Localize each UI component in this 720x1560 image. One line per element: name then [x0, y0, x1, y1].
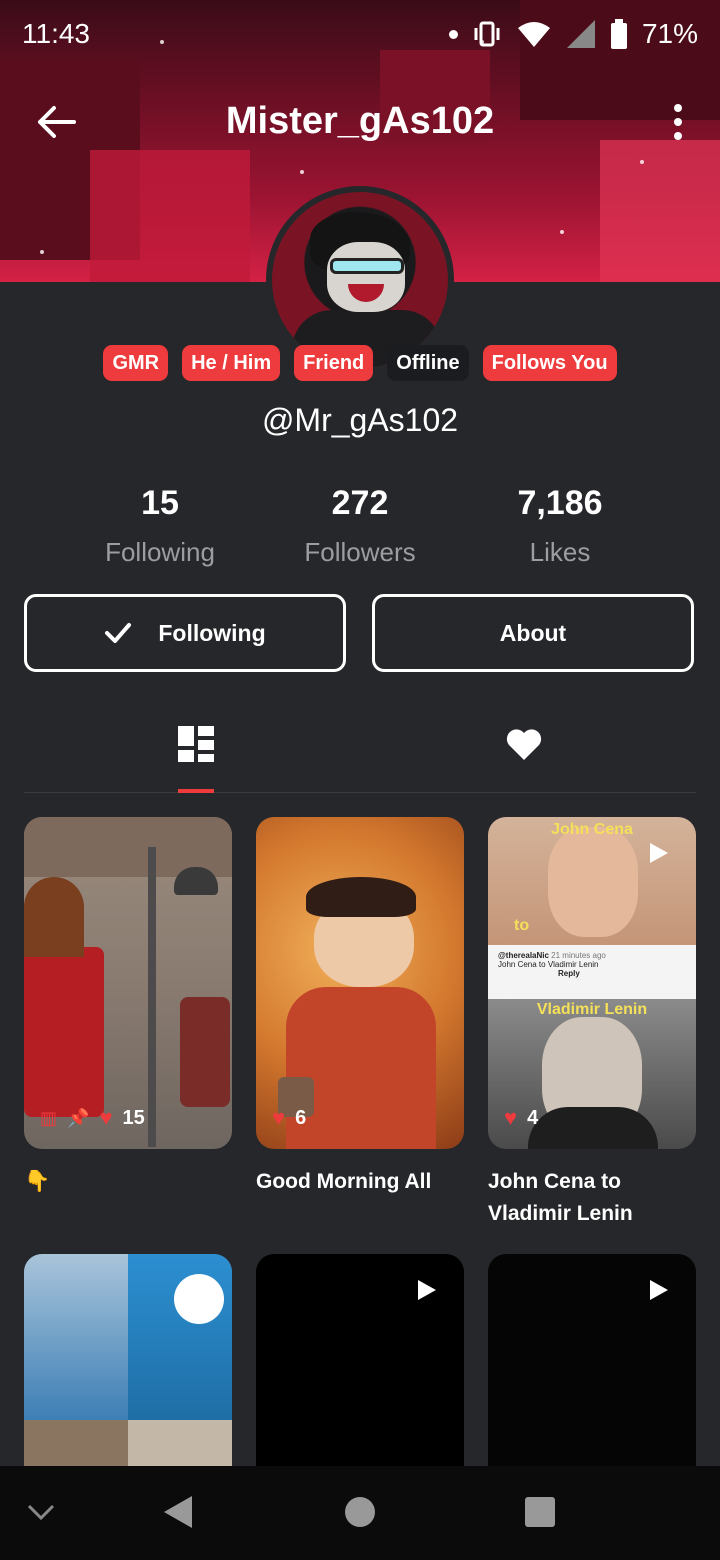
- banner-star: [560, 230, 564, 234]
- status-icons: 71%: [448, 18, 698, 50]
- more-options-icon[interactable]: [672, 104, 684, 140]
- badge-pronouns: He / Him: [182, 345, 281, 381]
- stat-following[interactable]: 15 Following: [60, 484, 260, 568]
- page-title: Mister_gAs102: [225, 100, 495, 142]
- checkmark-icon: [105, 623, 132, 643]
- banner-star: [640, 160, 644, 164]
- active-tab-indicator: [178, 789, 214, 793]
- following-button[interactable]: Following: [24, 594, 346, 672]
- badge-follows-you: Follows You: [482, 345, 617, 381]
- badge-status: Offline: [387, 345, 469, 381]
- profile-badges: GMR He / Him Friend Offline Follows You: [0, 345, 720, 381]
- profile-handle: @Mr_gAs102: [261, 402, 459, 438]
- like-heart-icon: ♥: [504, 1105, 518, 1130]
- about-button[interactable]: About: [372, 594, 694, 672]
- thumb-text: to: [514, 917, 530, 934]
- system-nav-bar: [0, 1466, 720, 1560]
- chevron-down-icon[interactable]: [26, 1502, 56, 1522]
- badge-gmr: GMR: [103, 345, 169, 381]
- signal-icon: [566, 20, 595, 48]
- battery-icon: [610, 19, 627, 49]
- thumb-text: Vladimir Lenin: [536, 1001, 648, 1018]
- status-bar: 11:43 71%: [0, 0, 720, 70]
- stat-label: Likes: [529, 537, 591, 567]
- post-caption: 👇: [24, 1170, 51, 1193]
- wifi-icon: [517, 22, 550, 47]
- notification-dot-icon: [448, 29, 458, 39]
- stat-value: 7,186: [517, 484, 603, 522]
- post-meta: ♥ 6: [272, 1105, 306, 1131]
- post-thumbnail[interactable]: ♥ 6: [256, 817, 464, 1149]
- pin-icon: 📌: [67, 1107, 90, 1128]
- thumb-comment-text: John Cena to Vladimir Lenin: [498, 960, 599, 969]
- following-button-label: Following: [158, 619, 266, 646]
- banner-shape: [600, 140, 720, 282]
- stat-value: 15: [141, 484, 179, 522]
- nav-recents-icon[interactable]: [524, 1496, 556, 1528]
- video-play-icon: [650, 843, 668, 863]
- status-time: 11:43: [22, 18, 90, 49]
- post-thumbnail[interactable]: John Cena to @therealaNic 21 minutes ago…: [488, 817, 696, 1149]
- about-button-label: About: [499, 619, 567, 646]
- post-caption: John Cena to Vladimir Lenin: [488, 1170, 633, 1225]
- banner-shape: [90, 150, 250, 282]
- thumb-reply: Reply: [558, 969, 580, 978]
- like-heart-icon: ♥: [99, 1105, 113, 1130]
- post-caption: Good Morning All: [256, 1170, 432, 1193]
- stat-value: 272: [331, 484, 389, 522]
- like-heart-icon: ♥: [272, 1105, 286, 1130]
- banner-star: [300, 170, 304, 174]
- stat-label: Following: [105, 537, 215, 567]
- post-like-count: 4: [527, 1106, 539, 1129]
- battery-percent: 71%: [641, 18, 698, 49]
- stat-label: Followers: [304, 537, 416, 567]
- post-thumbnail[interactable]: ▥ 📌 ♥ 15: [24, 817, 232, 1149]
- thumb-text: John Cena: [551, 821, 633, 838]
- post-like-count: 6: [295, 1106, 307, 1129]
- nav-home-icon[interactable]: [344, 1496, 376, 1528]
- post-meta: ♥ 4: [504, 1105, 538, 1131]
- video-play-icon: [418, 1280, 436, 1300]
- video-play-icon: [650, 1280, 668, 1300]
- nav-back-icon[interactable]: [162, 1494, 194, 1530]
- banner-star: [40, 250, 44, 254]
- heart-icon[interactable]: [504, 724, 544, 764]
- thumb-comment-user: @therealaNic 21 minutes ago: [498, 951, 606, 960]
- stat-followers[interactable]: 272 Followers: [260, 484, 460, 568]
- post-meta: ▥ 📌 ♥ 15: [40, 1105, 145, 1131]
- vibrate-icon: [474, 21, 500, 47]
- grid-icon[interactable]: [176, 724, 216, 764]
- stats-icon: ▥: [40, 1107, 58, 1128]
- stat-likes: 7,186 Likes: [460, 484, 660, 568]
- tab-divider: [24, 792, 696, 793]
- post-like-count: 15: [122, 1106, 145, 1129]
- badge-friend: Friend: [294, 345, 374, 381]
